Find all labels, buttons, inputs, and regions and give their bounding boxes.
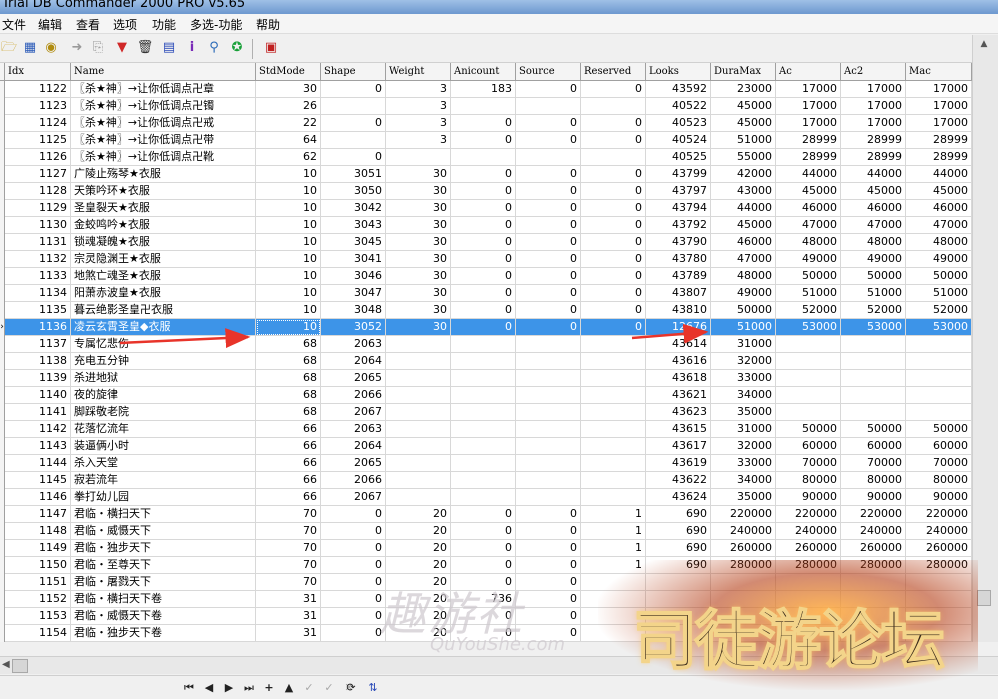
watermark-right: 司徒游论坛 (588, 560, 988, 692)
last-record-icon[interactable]: ⏭ (240, 680, 258, 696)
annotation-arrow-left (119, 328, 251, 349)
horizontal-scroll-thumb[interactable] (12, 659, 28, 673)
first-record-icon[interactable]: ⏮ (180, 680, 198, 696)
prior-record-icon[interactable]: ◀ (200, 680, 218, 696)
apply-updates-icon[interactable]: ⇅ (364, 680, 382, 696)
watermark-left-sub: QuYouShe.com (430, 634, 566, 655)
post-record-icon[interactable]: ✓ (320, 680, 338, 696)
annotation-arrow-right (631, 323, 709, 344)
scroll-up-icon[interactable]: ▲ (977, 37, 991, 51)
delete-record-icon[interactable]: ▲ (280, 680, 298, 696)
scroll-left-icon[interactable]: ◀ (2, 659, 10, 670)
refresh-icon[interactable]: ⟳ (342, 680, 360, 696)
next-record-icon[interactable]: ▶ (220, 680, 238, 696)
vertical-scrollbar[interactable]: ▲ (972, 35, 998, 642)
insert-record-icon[interactable]: + (260, 680, 278, 696)
edit-record-icon[interactable]: ✓ (300, 680, 318, 696)
watermark-right-text: 司徒游论坛 (632, 603, 946, 680)
